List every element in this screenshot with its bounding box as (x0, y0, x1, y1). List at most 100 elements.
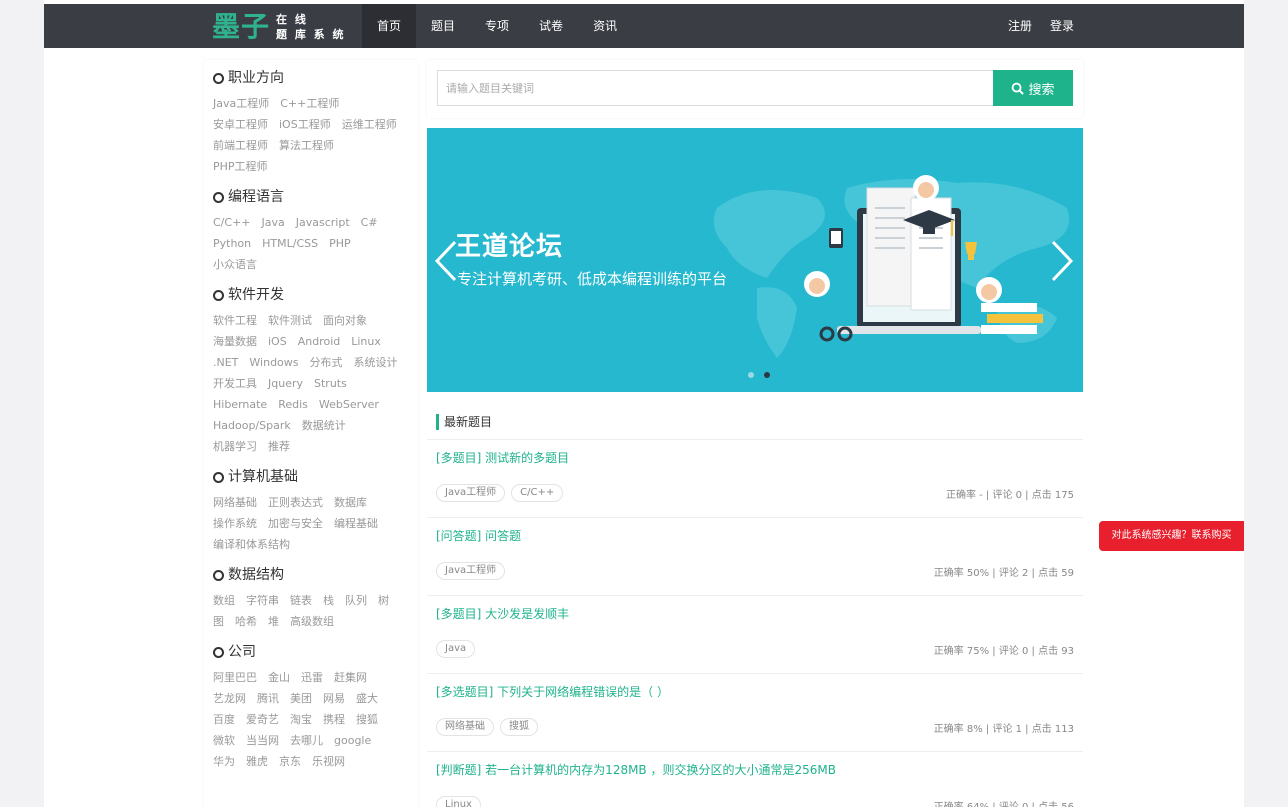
category-link[interactable]: 软件测试 (268, 310, 312, 331)
question-title-link[interactable]: [多选题目] 下列关于网络编程错误的是（ ） (436, 684, 1074, 700)
category-link[interactable]: Hibernate (213, 394, 267, 415)
category-link[interactable]: 安卓工程师 (213, 114, 268, 135)
category-link[interactable]: 金山 (268, 667, 290, 688)
category-link[interactable]: 分布式 (310, 352, 343, 373)
nav-questions[interactable]: 题目 (416, 4, 470, 48)
category-link[interactable]: HTML/CSS (262, 233, 318, 254)
category-link[interactable]: 字符串 (246, 590, 279, 611)
category-link[interactable]: Linux (351, 331, 381, 352)
category-link[interactable]: 队列 (345, 590, 367, 611)
category-link[interactable]: 淘宝 (290, 709, 312, 730)
category-link[interactable]: 加密与安全 (268, 513, 323, 534)
category-link[interactable]: 机器学习 (213, 436, 257, 457)
category-link[interactable]: 网易 (323, 688, 345, 709)
category-link[interactable]: 运维工程师 (342, 114, 397, 135)
site-logo[interactable]: 墨子 在 线 题 库 系 统 (212, 10, 346, 44)
category-link[interactable]: 去哪儿 (290, 730, 323, 751)
category-link[interactable]: 链表 (290, 590, 312, 611)
question-tag[interactable]: Java工程师 (436, 562, 506, 580)
question-tag[interactable]: Java工程师 (436, 484, 506, 502)
category-link[interactable]: C++工程师 (280, 93, 339, 114)
category-link[interactable]: Java (262, 212, 285, 233)
search-button[interactable]: 搜索 (993, 70, 1073, 106)
category-link[interactable]: Redis (278, 394, 308, 415)
category-link[interactable]: Android (298, 331, 341, 352)
category-link[interactable]: 栈 (323, 590, 334, 611)
category-link[interactable]: Javascript (296, 212, 350, 233)
category-link[interactable]: Java工程师 (213, 93, 269, 114)
category-link[interactable]: 前端工程师 (213, 135, 268, 156)
category-link[interactable]: 京东 (279, 751, 301, 772)
category-link[interactable]: 高级数组 (290, 611, 334, 632)
category-link[interactable]: Struts (314, 373, 347, 394)
category-link[interactable]: google (334, 730, 371, 751)
category-link[interactable]: Hadoop/Spark (213, 415, 291, 436)
login-link[interactable]: 登录 (1050, 4, 1074, 48)
category-link[interactable]: 雅虎 (246, 751, 268, 772)
category-link[interactable]: 数据统计 (302, 415, 346, 436)
category-link[interactable]: 携程 (323, 709, 345, 730)
category-link[interactable]: 腾讯 (257, 688, 279, 709)
question-title-link[interactable]: [问答题] 问答题 (436, 528, 1074, 544)
category-link[interactable]: 华为 (213, 751, 235, 772)
category-link[interactable]: 艺龙网 (213, 688, 246, 709)
category-link[interactable]: 微软 (213, 730, 235, 751)
carousel-dot-active[interactable] (764, 372, 770, 378)
category-link[interactable]: 推荐 (268, 436, 290, 457)
category-link[interactable]: 数组 (213, 590, 235, 611)
category-link[interactable]: 迅雷 (301, 667, 323, 688)
banner-carousel[interactable]: 王道论坛 专注计算机考研、低成本编程训练的平台 (427, 128, 1083, 392)
question-title-link[interactable]: [判断题] 若一台计算机的内存为128MB ，则交换分区的大小通常是256MB (436, 762, 1074, 778)
category-link[interactable]: 软件工程 (213, 310, 257, 331)
category-link[interactable]: 小众语言 (213, 254, 257, 275)
question-tag[interactable]: Java (436, 640, 476, 658)
question-tag[interactable]: Linux (436, 796, 481, 807)
category-link[interactable]: iOS工程师 (279, 114, 331, 135)
carousel-prev-chevron-left-icon[interactable] (431, 238, 461, 284)
category-link[interactable]: C# (361, 212, 378, 233)
category-link[interactable]: 阿里巴巴 (213, 667, 257, 688)
category-link[interactable]: 面向对象 (323, 310, 367, 331)
category-link[interactable]: 编程基础 (334, 513, 378, 534)
category-link[interactable]: 数据库 (334, 492, 367, 513)
question-title-link[interactable]: [多题目] 测试新的多题目 (436, 450, 1074, 466)
nav-papers[interactable]: 试卷 (524, 4, 578, 48)
category-link[interactable]: 当当网 (246, 730, 279, 751)
register-link[interactable]: 注册 (1008, 4, 1032, 48)
category-link[interactable]: 图 (213, 611, 224, 632)
category-link[interactable]: 美团 (290, 688, 312, 709)
category-link[interactable]: 赶集网 (334, 667, 367, 688)
category-link[interactable]: 百度 (213, 709, 235, 730)
category-link[interactable]: .NET (213, 352, 238, 373)
category-link[interactable]: 哈希 (235, 611, 257, 632)
contact-purchase-tip[interactable]: 对此系统感兴趣？联系购买 (1099, 521, 1244, 551)
nav-home[interactable]: 首页 (362, 4, 417, 48)
question-tag[interactable]: 网络基础 (436, 718, 494, 736)
category-link[interactable]: Jquery (268, 373, 303, 394)
category-link[interactable]: WebServer (319, 394, 379, 415)
category-link[interactable]: 算法工程师 (279, 135, 334, 156)
category-link[interactable]: 编译和体系结构 (213, 534, 290, 555)
category-link[interactable]: iOS (268, 331, 287, 352)
category-link[interactable]: C/C++ (213, 212, 251, 233)
question-tag[interactable]: C/C++ (511, 484, 564, 502)
category-link[interactable]: 系统设计 (354, 352, 398, 373)
carousel-dot[interactable] (748, 372, 754, 378)
nav-topics[interactable]: 专项 (470, 4, 524, 48)
category-link[interactable]: 乐视网 (312, 751, 345, 772)
category-link[interactable]: PHP工程师 (213, 156, 268, 177)
nav-news[interactable]: 资讯 (578, 4, 632, 48)
category-link[interactable]: 正则表达式 (268, 492, 323, 513)
question-title-link[interactable]: [多题目] 大沙发是发顺丰 (436, 606, 1074, 622)
category-link[interactable]: Windows (249, 352, 298, 373)
category-link[interactable]: PHP (329, 233, 351, 254)
search-input[interactable] (437, 70, 993, 106)
category-link[interactable]: 网络基础 (213, 492, 257, 513)
category-link[interactable]: 操作系统 (213, 513, 257, 534)
category-link[interactable]: 开发工具 (213, 373, 257, 394)
category-link[interactable]: 海量数据 (213, 331, 257, 352)
carousel-next-chevron-right-icon[interactable] (1047, 238, 1077, 284)
question-tag[interactable]: 搜狐 (500, 718, 538, 736)
category-link[interactable]: Python (213, 233, 251, 254)
category-link[interactable]: 树 (378, 590, 389, 611)
